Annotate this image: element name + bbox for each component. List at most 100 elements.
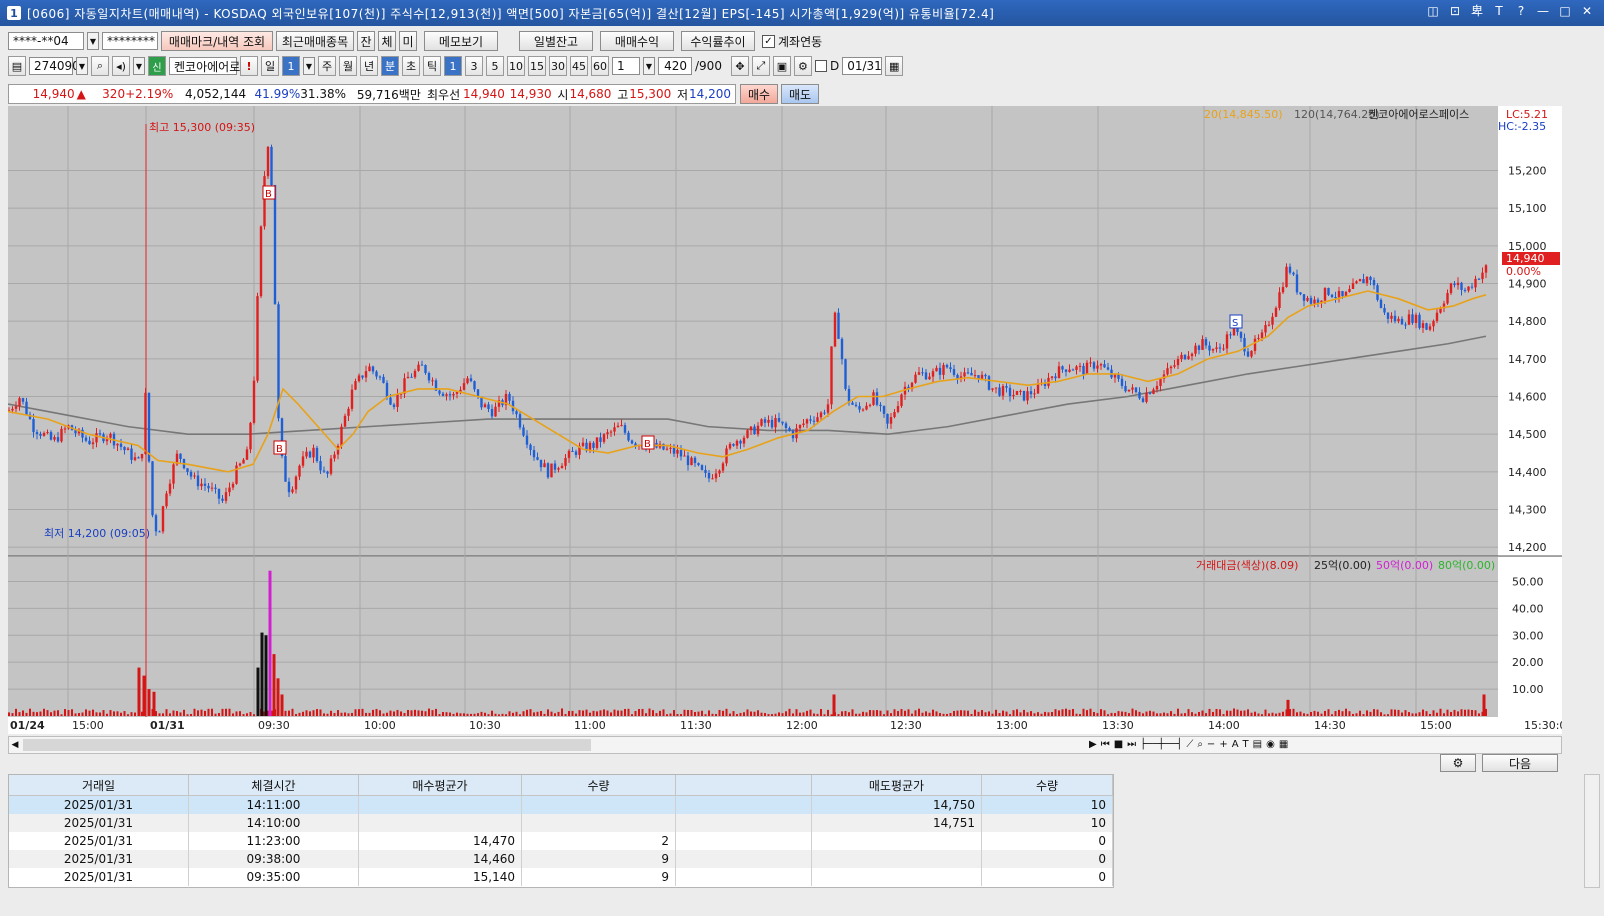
candle-body <box>1005 386 1008 388</box>
unexecuted-button[interactable]: 미 <box>399 31 417 51</box>
settings-gear-button[interactable]: ⚙ <box>1440 754 1476 772</box>
account-dropdown-icon[interactable]: ▼ <box>87 32 99 50</box>
account-select[interactable]: ****-**04 <box>8 32 84 50</box>
stock-name-field[interactable]: 켄코아에어로 <box>169 57 240 75</box>
pin-icon[interactable]: 卑 <box>1470 4 1484 18</box>
period-second-button[interactable]: 초 <box>402 56 420 76</box>
grid-icon[interactable]: ▦ <box>1279 737 1288 753</box>
minute-10-button[interactable]: 10 <box>507 56 525 76</box>
zoom-slider[interactable]: ├──┼──┤ <box>1140 737 1182 753</box>
line-tool-icon[interactable]: ⟋ <box>1186 737 1193 753</box>
close-button[interactable]: ✕ <box>1580 4 1594 18</box>
speaker-dropdown-icon[interactable]: ▼ <box>133 57 145 75</box>
candle-body <box>63 428 67 430</box>
executed-button[interactable]: 체 <box>378 31 396 51</box>
draw-tool-icon[interactable]: ⤢ <box>751 56 770 76</box>
table-row[interactable]: 2025/01/31 09:35:00 15,140 9 0 <box>9 868 1113 886</box>
col-exec-time[interactable]: 체결시간 <box>188 775 359 796</box>
day-count-field[interactable]: 1 <box>282 56 300 76</box>
cursor-tool-icon[interactable]: ✥ <box>730 56 749 76</box>
trade-profit-button[interactable]: 매매수익 <box>600 31 674 51</box>
volume-bar <box>109 710 112 716</box>
alert-button[interactable]: ! <box>240 56 258 76</box>
save-icon[interactable]: ▣ <box>772 56 791 76</box>
col-sell-avg[interactable]: 매도평균가 <box>811 775 982 796</box>
profit-trend-button[interactable]: 수익률추이 <box>681 31 755 51</box>
volume-bar <box>1156 713 1158 716</box>
table-row[interactable]: 2025/01/31 14:10:00 14,751 10 <box>9 814 1113 832</box>
period-day-button[interactable]: 일 <box>261 56 279 76</box>
buy-button[interactable]: 매수 <box>740 84 778 104</box>
minute-15-button[interactable]: 15 <box>528 56 546 76</box>
interval-dropdown-icon[interactable]: ▼ <box>643 57 655 75</box>
trade-mark-query-button[interactable]: 매매마크/내역 조회 <box>161 31 273 51</box>
minute-30-button[interactable]: 30 <box>549 56 567 76</box>
scroll-thumb[interactable] <box>23 739 591 751</box>
speaker-icon[interactable]: ◂) <box>112 56 130 76</box>
col-sell-qty[interactable]: 수량 <box>981 775 1113 796</box>
account-link-checkbox[interactable]: ✓ 계좌연동 <box>762 33 822 50</box>
candle-body <box>217 488 221 499</box>
interval-count-field[interactable]: 1 <box>612 57 640 75</box>
stock-code-input[interactable]: 274090 <box>29 57 80 75</box>
calendar-icon[interactable]: ▦ <box>885 56 904 76</box>
checkbox-check-icon[interactable]: ✓ <box>762 34 775 48</box>
stop-icon[interactable]: ■ <box>1114 737 1123 753</box>
text-tool-icon[interactable]: A <box>1232 737 1239 753</box>
trade-history-grid[interactable]: 거래일 체결시간 매수평균가 수량 매도평균가 수량 2025/01/31 14… <box>8 774 1114 888</box>
rewind-icon[interactable]: ⏮ <box>1101 737 1110 753</box>
price-chart-area[interactable]: 15,200 15,100 15,000 14,900 14,800 14,700 14,6… <box>7 106 1573 734</box>
sell-button[interactable]: 매도 <box>781 84 819 104</box>
col-buy-qty[interactable]: 수량 <box>521 775 676 796</box>
zoom-out-icon[interactable]: − <box>1207 737 1215 753</box>
volume-bar <box>1327 709 1330 716</box>
period-minute-button[interactable]: 분 <box>381 56 399 76</box>
code-dropdown-icon[interactable]: ▼ <box>76 57 88 75</box>
memo-view-button[interactable]: 메모보기 <box>424 31 498 51</box>
day-dropdown-icon[interactable]: ▼ <box>303 57 315 75</box>
layout-icon[interactable]: ⊡ <box>1448 4 1462 18</box>
fast-forward-icon[interactable]: ⏭ <box>1127 737 1136 753</box>
period-tick-button[interactable]: 틱 <box>423 56 441 76</box>
volume-bar <box>774 713 777 716</box>
scroll-left-icon[interactable]: ◀ <box>9 737 21 753</box>
help-icon[interactable]: ? <box>1514 4 1528 18</box>
date-checkbox[interactable] <box>814 60 827 72</box>
crosshair-icon[interactable]: T <box>1243 737 1249 753</box>
table-row[interactable]: 2025/01/31 11:23:00 14,470 2 0 <box>9 832 1113 850</box>
recent-trades-button[interactable]: 최근매매종목 <box>276 31 354 51</box>
gear-icon[interactable]: ⚙ <box>793 56 812 76</box>
period-year-button[interactable]: 년 <box>360 56 378 76</box>
minimize-button[interactable]: — <box>1536 4 1550 18</box>
table-vertical-scrollbar[interactable] <box>1584 774 1600 888</box>
minute-3-button[interactable]: 3 <box>465 56 483 76</box>
next-button[interactable]: 다음 <box>1482 754 1558 772</box>
col-buy-avg[interactable]: 매수평균가 <box>358 775 522 796</box>
col-trade-date[interactable]: 거래일 <box>9 775 189 796</box>
play-icon[interactable]: ▶ <box>1089 737 1097 753</box>
link-icon[interactable]: ◫ <box>1426 4 1440 18</box>
table-row[interactable]: 2025/01/31 14:11:00 14,750 10 <box>9 795 1113 814</box>
maximize-button[interactable]: □ <box>1558 4 1572 18</box>
period-month-button[interactable]: 월 <box>339 56 357 76</box>
date-field[interactable]: 01/31 <box>842 57 883 75</box>
chart-svg[interactable]: 15,200 15,100 15,000 14,900 14,800 14,700 14,6… <box>7 106 1573 734</box>
period-week-button[interactable]: 주 <box>318 56 336 76</box>
minute-1-button[interactable]: 1 <box>444 56 462 76</box>
minute-5-button[interactable]: 5 <box>486 56 504 76</box>
daily-balance-button[interactable]: 일별잔고 <box>519 31 593 51</box>
bar-count-field[interactable]: 420 <box>658 57 692 75</box>
minute-60-button[interactable]: 60 <box>591 56 609 76</box>
chart-settings-icon[interactable]: ▤ <box>8 56 26 76</box>
search-icon[interactable]: ⌕ <box>91 56 109 76</box>
camera-icon[interactable]: ◉ <box>1266 737 1275 753</box>
font-icon[interactable]: T <box>1492 4 1506 18</box>
password-field[interactable]: ******** <box>102 32 158 50</box>
chart-scrollbar[interactable]: ◀ ▶ ⏮ ■ ⏭ ├──┼──┤ ⟋ ⌕ − + A T ▤ ◉ ▦ <box>8 736 1562 754</box>
layers-icon[interactable]: ▤ <box>1253 737 1262 753</box>
search-zoom-icon[interactable]: ⌕ <box>1197 737 1203 753</box>
minute-45-button[interactable]: 45 <box>570 56 588 76</box>
table-row[interactable]: 2025/01/31 09:38:00 14,460 9 0 <box>9 850 1113 868</box>
balance-button[interactable]: 잔 <box>357 31 375 51</box>
zoom-in-icon[interactable]: + <box>1219 737 1227 753</box>
